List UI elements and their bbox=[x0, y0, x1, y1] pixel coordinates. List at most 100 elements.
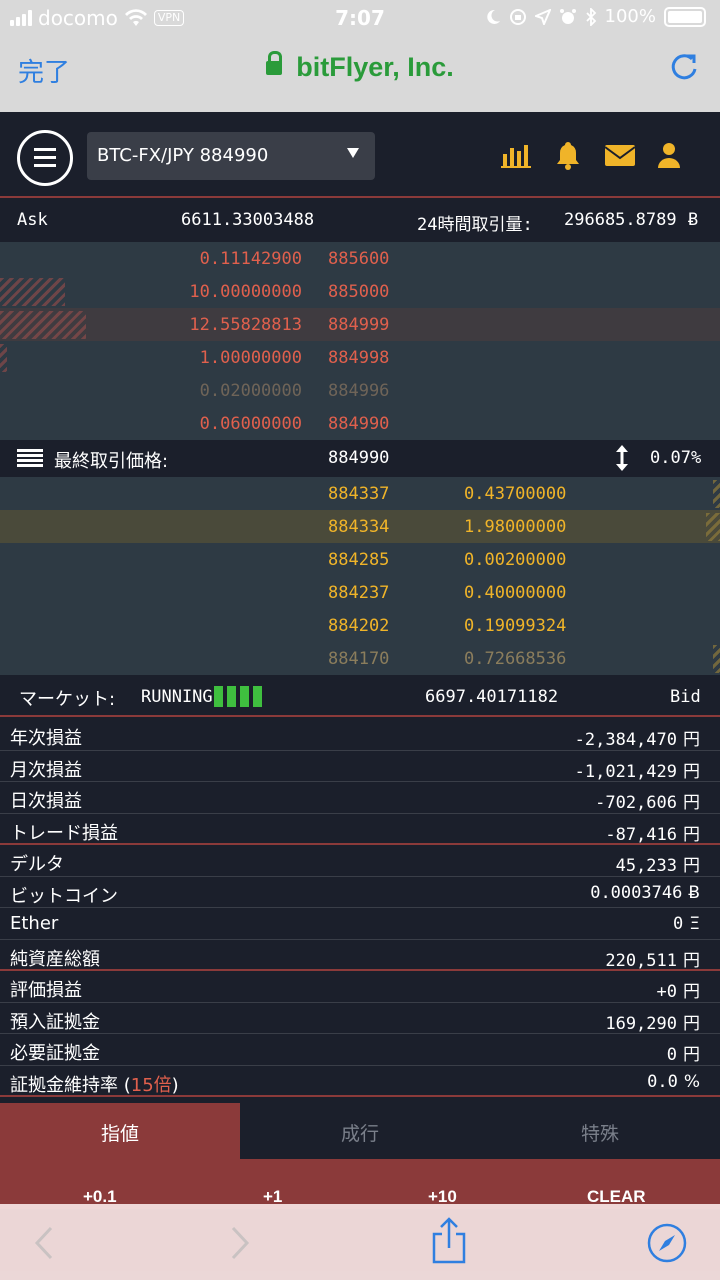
ask-price: 884996 bbox=[328, 381, 390, 401]
ask-total: 6611.33003488 bbox=[181, 210, 315, 230]
bid-depth-bar bbox=[713, 480, 720, 508]
ask-price: 884990 bbox=[328, 414, 390, 434]
market-status-row: マーケット: RUNNING 6697.40171182 Bid bbox=[0, 675, 720, 717]
summary-value: 45,233 円 bbox=[616, 851, 700, 876]
caret-down-icon bbox=[347, 148, 359, 158]
back-icon[interactable] bbox=[34, 1226, 54, 1260]
tab-market[interactable]: 成行 bbox=[240, 1103, 480, 1159]
battery-percent: 100% bbox=[604, 6, 656, 27]
bid-qty: 0.72668536 bbox=[464, 649, 567, 669]
summary-label: 年次損益 bbox=[10, 724, 82, 750]
ask-row[interactable]: 1.00000000 884998 bbox=[0, 341, 720, 374]
ask-qty: 1.00000000 bbox=[199, 348, 302, 368]
summary-label-text: 月次損益 bbox=[10, 759, 82, 781]
summary-unit: 円 bbox=[683, 1045, 700, 1065]
summary-unit: 円 bbox=[683, 1013, 700, 1034]
list-icon[interactable] bbox=[17, 448, 43, 468]
ask-depth-bar bbox=[0, 278, 65, 306]
summary-label: 純資産総額 bbox=[10, 945, 100, 971]
summary-label-text: ビットコイン bbox=[10, 885, 118, 907]
ask-price: 884999 bbox=[328, 315, 390, 335]
bell-icon[interactable] bbox=[551, 140, 585, 170]
spread-arrow-icon bbox=[616, 445, 628, 471]
status-bar: docomo VPN 7:07 100% bbox=[0, 0, 720, 36]
menu-button[interactable] bbox=[17, 130, 73, 186]
ask-qty: 12.55828813 bbox=[189, 315, 302, 335]
summary-unit: 円 bbox=[683, 982, 700, 1002]
app-screen: docomo VPN 7:07 100% 完了 bitFlyer, Inc. B… bbox=[0, 0, 720, 1280]
location-icon bbox=[534, 8, 551, 25]
chart-icon[interactable] bbox=[500, 140, 534, 170]
ask-row[interactable]: 0.06000000 884990 bbox=[0, 407, 720, 440]
pair-select-value: BTC-FX/JPY 884990 bbox=[97, 145, 269, 166]
share-icon[interactable] bbox=[431, 1216, 467, 1264]
summary-value-text: 169,290 bbox=[605, 1013, 677, 1034]
ask-row[interactable]: 12.55828813 884999 bbox=[0, 308, 720, 341]
market-health-bars bbox=[214, 686, 266, 707]
bid-row[interactable]: 884334 1.98000000 bbox=[0, 510, 720, 543]
summary-value: 220,511 円 bbox=[605, 946, 700, 971]
leverage-value: 15倍 bbox=[130, 1074, 172, 1096]
summary-value: 0.0% bbox=[647, 1072, 700, 1092]
summary-label: 必要証拠金 bbox=[10, 1039, 100, 1065]
summary-value: 0.0003746 Ƀ bbox=[590, 883, 700, 903]
volume-label: 24時間取引量: bbox=[417, 215, 533, 235]
account-summary: 年次損益 -2,384,470 円月次損益 -1,021,429 円日次損益 -702,6… bbox=[0, 719, 720, 1097]
order-type-tabs: 指値 成行 特殊 bbox=[0, 1103, 720, 1159]
ask-price: 885000 bbox=[328, 282, 390, 302]
summary-row: Ether 0 Ξ bbox=[0, 908, 720, 940]
summary-value: 0Ξ bbox=[673, 914, 700, 934]
summary-value-text: -702,606 bbox=[595, 793, 677, 813]
summary-label: 評価損益 bbox=[10, 976, 82, 1002]
pair-select[interactable]: BTC-FX/JPY 884990 bbox=[87, 132, 375, 180]
bid-depth-bar bbox=[706, 513, 720, 541]
forward-icon[interactable] bbox=[230, 1226, 250, 1260]
ask-row[interactable]: 0.02000000 884996 bbox=[0, 374, 720, 407]
market-label: マーケット: bbox=[19, 689, 116, 710]
rotation-lock-icon bbox=[509, 8, 526, 25]
tab-limit[interactable]: 指値 bbox=[0, 1103, 240, 1159]
summary-unit: 円 bbox=[683, 730, 700, 750]
bid-row[interactable]: 884337 0.43700000 bbox=[0, 477, 720, 510]
bid-price: 884170 bbox=[328, 649, 390, 669]
summary-row: トレード損益 -87,416 円 bbox=[0, 814, 720, 845]
summary-label: 月次損益 bbox=[10, 756, 82, 782]
reload-icon[interactable] bbox=[668, 50, 702, 84]
ask-qty: 10.00000000 bbox=[189, 282, 302, 302]
summary-value-text: 45,233 bbox=[615, 856, 677, 876]
bid-total: 6697.40171182 bbox=[425, 687, 559, 707]
bid-row[interactable]: 884285 0.00200000 bbox=[0, 543, 720, 576]
bid-price: 884202 bbox=[328, 616, 390, 636]
ask-label: Ask bbox=[17, 210, 48, 230]
order-panel: +0.1 +1 +10 CLEAR bbox=[0, 1159, 720, 1209]
ask-row[interactable]: 0.11142900 885600 bbox=[0, 242, 720, 275]
summary-label: デルタ bbox=[10, 850, 64, 876]
tab-special[interactable]: 特殊 bbox=[480, 1103, 720, 1159]
summary-value-text: 0 bbox=[673, 914, 684, 934]
user-icon[interactable] bbox=[652, 140, 686, 170]
summary-label: 預入証拠金 bbox=[10, 1008, 100, 1034]
ask-price: 884998 bbox=[328, 348, 390, 368]
summary-row: 証拠金維持率 (15倍) 0.0% bbox=[0, 1066, 720, 1097]
bid-price: 884237 bbox=[328, 583, 390, 603]
compass-icon[interactable] bbox=[646, 1222, 688, 1264]
bid-row[interactable]: 884237 0.40000000 bbox=[0, 576, 720, 609]
summary-row: 評価損益 +0 円 bbox=[0, 971, 720, 1003]
bid-row[interactable]: 884170 0.72668536 bbox=[0, 642, 720, 675]
summary-label-text: 年次損益 bbox=[10, 728, 82, 749]
moon-icon bbox=[486, 9, 500, 24]
ask-row[interactable]: 10.00000000 885000 bbox=[0, 275, 720, 308]
summary-value: 169,290 円 bbox=[605, 1009, 700, 1034]
mail-icon[interactable] bbox=[603, 140, 637, 170]
bid-row[interactable]: 884202 0.19099324 bbox=[0, 609, 720, 642]
app-header: BTC-FX/JPY 884990 bbox=[0, 112, 720, 198]
ask-depth-bar bbox=[0, 311, 86, 339]
bid-price: 884285 bbox=[328, 550, 390, 570]
bid-qty: 0.00200000 bbox=[464, 550, 567, 570]
summary-row: 日次損益 -702,606 円 bbox=[0, 782, 720, 814]
summary-label-text: デルタ bbox=[10, 854, 64, 875]
summary-label-text: 日次損益 bbox=[10, 791, 82, 812]
summary-label: 日次損益 bbox=[10, 787, 82, 813]
summary-label: トレード損益 bbox=[10, 819, 118, 845]
ask-qty: 0.02000000 bbox=[199, 381, 302, 401]
